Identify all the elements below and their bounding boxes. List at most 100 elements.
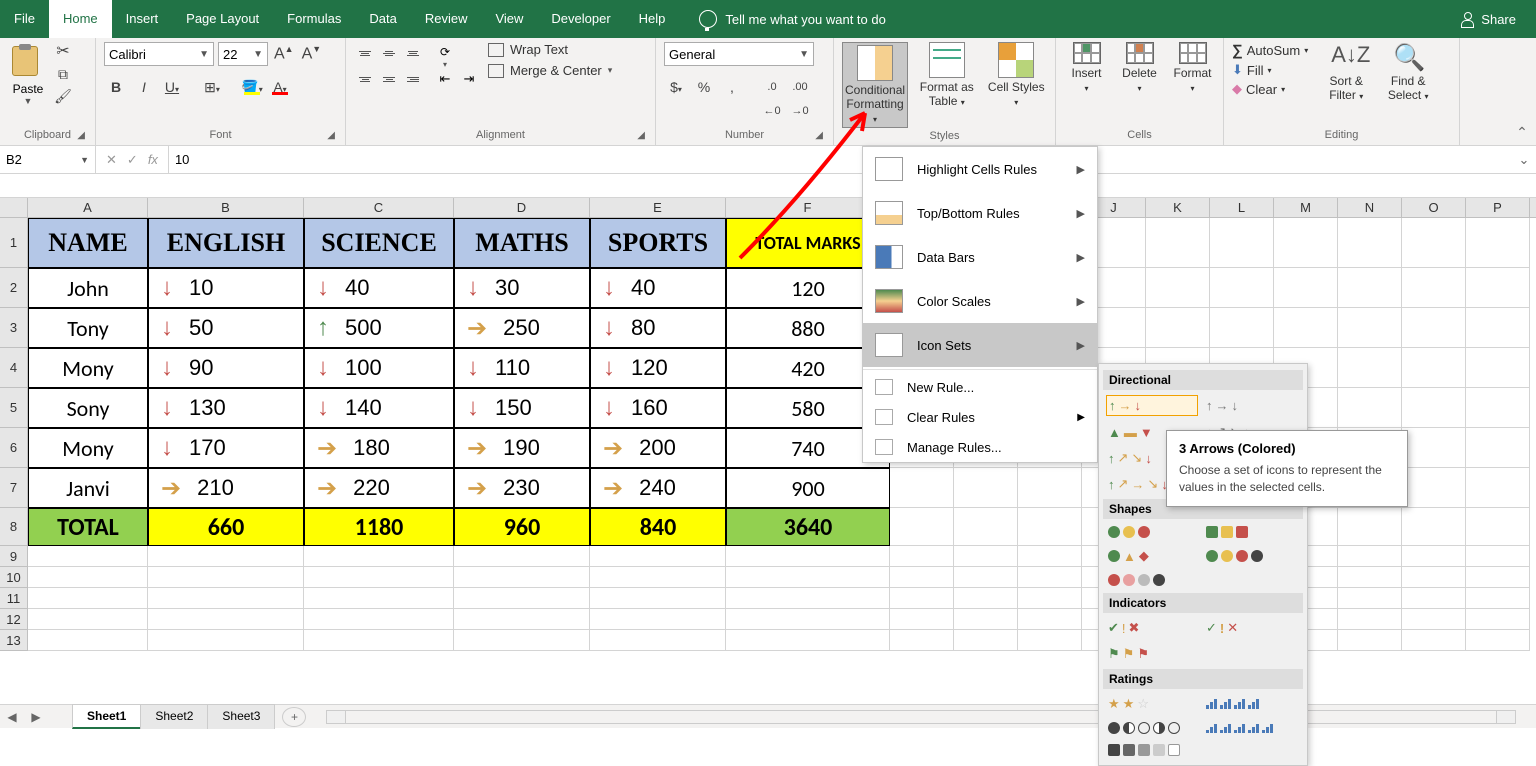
- data-cell[interactable]: ↓100: [304, 348, 454, 388]
- align-left-button[interactable]: [354, 68, 376, 90]
- cell[interactable]: [1402, 308, 1466, 348]
- font-launcher[interactable]: ◢: [327, 130, 335, 141]
- column-header[interactable]: M: [1274, 198, 1338, 217]
- row-header[interactable]: 7: [0, 468, 28, 508]
- data-cell[interactable]: ↓10: [148, 268, 304, 308]
- cell[interactable]: [1402, 268, 1466, 308]
- sheet-tab-1[interactable]: Sheet1: [72, 704, 141, 729]
- cell[interactable]: [1018, 546, 1082, 567]
- align-middle-button[interactable]: [378, 42, 400, 64]
- select-all-corner[interactable]: [0, 198, 28, 217]
- cell[interactable]: [590, 546, 726, 567]
- iconset-4-ratings-bars[interactable]: [1204, 694, 1296, 714]
- table-header-cell[interactable]: SCIENCE: [304, 218, 454, 268]
- decrease-font-button[interactable]: A▼: [300, 44, 324, 63]
- iconset-5-quarters[interactable]: [1106, 720, 1198, 736]
- format-as-table-button[interactable]: Format as Table ▾: [916, 42, 977, 128]
- data-cell[interactable]: ↓170: [148, 428, 304, 468]
- cell[interactable]: [1402, 588, 1466, 609]
- tab-page-layout[interactable]: Page Layout: [172, 0, 273, 38]
- cell[interactable]: [1466, 348, 1530, 388]
- cell[interactable]: [1146, 308, 1210, 348]
- underline-button[interactable]: U▾: [160, 74, 184, 98]
- cell[interactable]: [726, 588, 890, 609]
- font-name-combo[interactable]: Calibri▼: [104, 42, 214, 66]
- insert-cells-button[interactable]: Insert▾: [1064, 42, 1109, 127]
- cell[interactable]: [890, 468, 954, 508]
- tab-home[interactable]: Home: [49, 0, 112, 38]
- cell[interactable]: [148, 609, 304, 630]
- cell[interactable]: [148, 588, 304, 609]
- iconset-3-traffic-rimmed[interactable]: [1204, 524, 1296, 540]
- row-header[interactable]: 11: [0, 588, 28, 609]
- cell[interactable]: [1274, 308, 1338, 348]
- cell[interactable]: [1338, 546, 1402, 567]
- decrease-decimal-button[interactable]: .00→0: [788, 74, 812, 98]
- cell[interactable]: [1338, 567, 1402, 588]
- data-cell[interactable]: ➔190: [454, 428, 590, 468]
- cut-button[interactable]: ✂: [52, 42, 74, 62]
- cell[interactable]: [1018, 567, 1082, 588]
- tab-file[interactable]: File: [0, 0, 49, 38]
- cell-styles-button[interactable]: Cell Styles ▾: [986, 42, 1047, 128]
- wrap-text-button[interactable]: Wrap Text: [488, 42, 612, 57]
- cell[interactable]: [148, 567, 304, 588]
- data-cell[interactable]: ↓90: [148, 348, 304, 388]
- comma-button[interactable]: ,: [720, 74, 744, 98]
- name-cell[interactable]: John: [28, 268, 148, 308]
- tell-me[interactable]: Tell me what you want to do: [699, 10, 885, 28]
- cell[interactable]: [1338, 388, 1402, 428]
- cell[interactable]: [1338, 308, 1402, 348]
- data-bars-item[interactable]: Data Bars▶: [863, 235, 1097, 279]
- name-box[interactable]: B2▼: [0, 146, 96, 173]
- cell[interactable]: [890, 567, 954, 588]
- cell[interactable]: [1338, 508, 1402, 546]
- sheet-tab-2[interactable]: Sheet2: [140, 704, 208, 729]
- data-cell[interactable]: ↓120: [590, 348, 726, 388]
- cell[interactable]: [1402, 468, 1466, 508]
- cell[interactable]: [1466, 388, 1530, 428]
- table-header-cell[interactable]: NAME: [28, 218, 148, 268]
- cell[interactable]: [1146, 268, 1210, 308]
- row-header[interactable]: 3: [0, 308, 28, 348]
- top-bottom-rules-item[interactable]: Top/Bottom Rules▶: [863, 191, 1097, 235]
- cell[interactable]: [954, 630, 1018, 651]
- add-sheet-button[interactable]: +: [282, 707, 306, 727]
- cell[interactable]: [1402, 546, 1466, 567]
- cell[interactable]: [1210, 268, 1274, 308]
- cell[interactable]: [1402, 508, 1466, 546]
- cell[interactable]: [1466, 546, 1530, 567]
- cell[interactable]: [590, 609, 726, 630]
- cell[interactable]: [1466, 428, 1530, 468]
- cell[interactable]: [726, 546, 890, 567]
- accept-formula-button[interactable]: ✓: [127, 152, 138, 168]
- cell[interactable]: [726, 609, 890, 630]
- total-value-cell[interactable]: 660: [148, 508, 304, 546]
- cell[interactable]: [304, 567, 454, 588]
- row-header[interactable]: 6: [0, 428, 28, 468]
- cell[interactable]: [1210, 218, 1274, 268]
- cell[interactable]: [1466, 468, 1530, 508]
- cell[interactable]: [28, 567, 148, 588]
- cell[interactable]: [1466, 218, 1530, 268]
- total-value-cell[interactable]: 960: [454, 508, 590, 546]
- cell[interactable]: [28, 630, 148, 651]
- tab-insert[interactable]: Insert: [112, 0, 173, 38]
- cell[interactable]: [304, 630, 454, 651]
- fill-button[interactable]: ⬇Fill ▾: [1232, 62, 1308, 78]
- new-rule-item[interactable]: New Rule...: [863, 372, 1097, 402]
- cell[interactable]: [1466, 588, 1530, 609]
- cell[interactable]: [1338, 268, 1402, 308]
- italic-button[interactable]: I: [132, 74, 156, 98]
- data-cell[interactable]: ➔180: [304, 428, 454, 468]
- cell[interactable]: [1018, 588, 1082, 609]
- name-cell[interactable]: Mony: [28, 428, 148, 468]
- iconset-3-signs[interactable]: ▲◆: [1106, 546, 1198, 566]
- iconset-5-ratings-bars[interactable]: [1204, 720, 1296, 736]
- column-header[interactable]: D: [454, 198, 590, 217]
- find-select-button[interactable]: 🔍 Find & Select ▾: [1384, 42, 1432, 127]
- cell[interactable]: [1402, 218, 1466, 268]
- cell[interactable]: [1018, 609, 1082, 630]
- decrease-indent-button[interactable]: ⇤: [434, 68, 456, 90]
- icon-sets-item[interactable]: Icon Sets▶: [863, 323, 1097, 367]
